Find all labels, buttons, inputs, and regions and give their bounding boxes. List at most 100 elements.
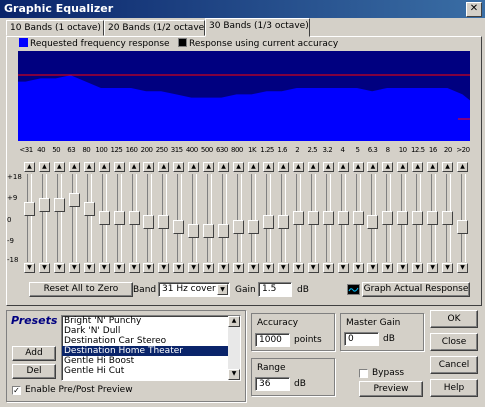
band-slider-track[interactable] xyxy=(206,174,212,262)
enable-preview-checkbox[interactable]: ✓ xyxy=(12,386,21,395)
band-slider-track[interactable] xyxy=(251,174,257,262)
band-slider-thumb[interactable] xyxy=(397,211,409,225)
band-up-arrow-icon[interactable]: ▲ xyxy=(83,162,95,172)
band-slider-thumb[interactable] xyxy=(143,215,155,230)
band-up-arrow-icon[interactable]: ▲ xyxy=(322,162,334,172)
band-down-arrow-icon[interactable]: ▼ xyxy=(113,263,125,273)
tab-10-bands[interactable]: 10 Bands (1 octave) xyxy=(6,20,104,36)
band-slider-track[interactable] xyxy=(87,174,93,262)
range-input[interactable]: 36 xyxy=(255,377,290,391)
band-slider-thumb[interactable] xyxy=(442,211,454,225)
band-down-arrow-icon[interactable]: ▼ xyxy=(53,263,65,273)
band-down-arrow-icon[interactable]: ▼ xyxy=(203,263,215,273)
band-slider-thumb[interactable] xyxy=(218,224,230,239)
band-up-arrow-icon[interactable]: ▲ xyxy=(397,162,409,172)
band-down-arrow-icon[interactable]: ▼ xyxy=(233,263,245,273)
chevron-down-icon[interactable]: ▼ xyxy=(217,284,228,295)
band-slider-thumb[interactable] xyxy=(262,215,274,230)
band-down-arrow-icon[interactable]: ▼ xyxy=(68,263,80,273)
band-down-arrow-icon[interactable]: ▼ xyxy=(98,263,110,273)
band-down-arrow-icon[interactable]: ▼ xyxy=(442,263,454,273)
band-up-arrow-icon[interactable]: ▲ xyxy=(427,162,439,172)
band-up-arrow-icon[interactable]: ▲ xyxy=(113,162,125,172)
band-slider-track[interactable] xyxy=(236,174,242,262)
band-slider-track[interactable] xyxy=(57,174,63,262)
band-down-arrow-icon[interactable]: ▼ xyxy=(277,263,289,273)
band-slider-thumb[interactable] xyxy=(128,211,140,225)
band-slider-thumb[interactable] xyxy=(203,224,215,239)
gain-input[interactable]: 1.5 xyxy=(258,282,292,297)
band-up-arrow-icon[interactable]: ▲ xyxy=(457,162,469,172)
band-down-arrow-icon[interactable]: ▼ xyxy=(83,263,95,273)
preset-item[interactable]: Dark 'N' Dull xyxy=(62,326,229,336)
band-up-arrow-icon[interactable]: ▲ xyxy=(442,162,454,172)
band-down-arrow-icon[interactable]: ▼ xyxy=(412,263,424,273)
band-slider-track[interactable] xyxy=(221,174,227,262)
band-up-arrow-icon[interactable]: ▲ xyxy=(203,162,215,172)
band-down-arrow-icon[interactable]: ▼ xyxy=(322,263,334,273)
band-up-arrow-icon[interactable]: ▲ xyxy=(233,162,245,172)
band-down-arrow-icon[interactable]: ▼ xyxy=(292,263,304,273)
tab-30-bands[interactable]: 30 Bands (1/3 octave) xyxy=(205,18,310,37)
band-up-arrow-icon[interactable]: ▲ xyxy=(68,162,80,172)
band-up-arrow-icon[interactable]: ▲ xyxy=(158,162,170,172)
band-up-arrow-icon[interactable]: ▲ xyxy=(38,162,50,172)
band-slider-thumb[interactable] xyxy=(352,211,364,225)
presets-list[interactable]: Bright 'N' Punchy Dark 'N' Dull Destinatio… xyxy=(61,315,241,381)
band-slider-thumb[interactable] xyxy=(53,197,65,212)
band-up-arrow-icon[interactable]: ▲ xyxy=(277,162,289,172)
band-slider-thumb[interactable] xyxy=(337,211,349,225)
graph-actual-response-button[interactable]: Graph Actual Response xyxy=(362,282,470,297)
preset-item[interactable]: Destination Car Stereo xyxy=(62,336,229,346)
band-slider-thumb[interactable] xyxy=(292,211,304,225)
preset-item[interactable]: Gentle Hi Cut xyxy=(62,366,229,376)
band-up-arrow-icon[interactable]: ▲ xyxy=(367,162,379,172)
band-up-arrow-icon[interactable]: ▲ xyxy=(262,162,274,172)
preset-item[interactable]: Bright 'N' Punchy xyxy=(62,316,229,326)
band-slider-track[interactable] xyxy=(42,174,48,262)
band-up-arrow-icon[interactable]: ▲ xyxy=(23,162,35,172)
band-slider-thumb[interactable] xyxy=(233,219,245,234)
band-up-arrow-icon[interactable]: ▲ xyxy=(143,162,155,172)
delete-preset-button[interactable]: Del xyxy=(12,364,56,379)
reset-all-button[interactable]: Reset All to Zero xyxy=(29,282,133,297)
band-down-arrow-icon[interactable]: ▼ xyxy=(128,263,140,273)
tab-20-bands[interactable]: 20 Bands (1/2 octave) xyxy=(104,20,208,36)
band-slider-thumb[interactable] xyxy=(83,202,95,217)
ok-button[interactable]: OK xyxy=(430,310,478,328)
band-up-arrow-icon[interactable]: ▲ xyxy=(128,162,140,172)
band-slider-thumb[interactable] xyxy=(307,211,319,225)
band-slider-thumb[interactable] xyxy=(113,211,125,225)
cancel-button[interactable]: Cancel xyxy=(430,356,478,374)
scroll-down-icon[interactable]: ▼ xyxy=(228,369,240,380)
presets-scrollbar[interactable]: ▲ ▼ xyxy=(228,316,240,380)
band-down-arrow-icon[interactable]: ▼ xyxy=(427,263,439,273)
band-slider-thumb[interactable] xyxy=(277,215,289,230)
band-down-arrow-icon[interactable]: ▼ xyxy=(382,263,394,273)
band-down-arrow-icon[interactable]: ▼ xyxy=(262,263,274,273)
band-slider-thumb[interactable] xyxy=(188,224,200,239)
band-slider-thumb[interactable] xyxy=(247,219,259,234)
band-up-arrow-icon[interactable]: ▲ xyxy=(53,162,65,172)
preset-item[interactable]: Gentle Hi Boost xyxy=(62,356,229,366)
band-slider-thumb[interactable] xyxy=(23,202,35,217)
band-select[interactable]: 31 Hz cover ▼ xyxy=(158,282,230,297)
band-up-arrow-icon[interactable]: ▲ xyxy=(292,162,304,172)
band-up-arrow-icon[interactable]: ▲ xyxy=(382,162,394,172)
band-slider-track[interactable] xyxy=(191,174,197,262)
add-preset-button[interactable]: Add xyxy=(12,346,56,361)
band-down-arrow-icon[interactable]: ▼ xyxy=(188,263,200,273)
band-slider-track[interactable] xyxy=(176,174,182,262)
close-button[interactable]: Close xyxy=(430,333,478,351)
band-up-arrow-icon[interactable]: ▲ xyxy=(173,162,185,172)
band-slider-thumb[interactable] xyxy=(457,219,469,234)
band-up-arrow-icon[interactable]: ▲ xyxy=(188,162,200,172)
band-slider-thumb[interactable] xyxy=(322,211,334,225)
accuracy-input[interactable]: 1000 xyxy=(255,333,290,347)
band-up-arrow-icon[interactable]: ▲ xyxy=(218,162,230,172)
band-up-arrow-icon[interactable]: ▲ xyxy=(412,162,424,172)
band-slider-track[interactable] xyxy=(72,174,78,262)
band-down-arrow-icon[interactable]: ▼ xyxy=(23,263,35,273)
help-button[interactable]: Help xyxy=(430,379,478,397)
band-slider-thumb[interactable] xyxy=(412,211,424,225)
